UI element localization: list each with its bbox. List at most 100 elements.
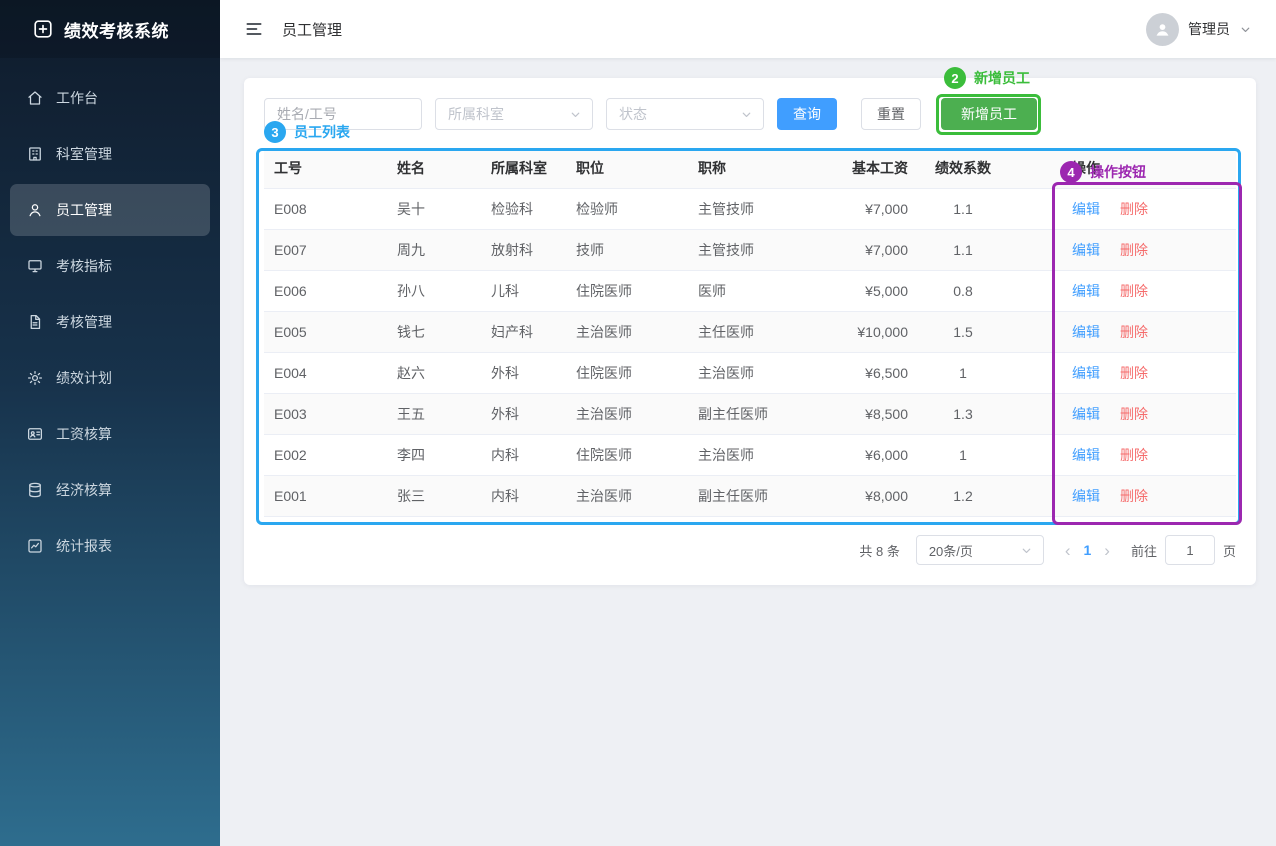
delete-link[interactable]: 删除 — [1120, 447, 1148, 463]
column-header-position: 职位 — [576, 158, 698, 178]
sidebar-menu: 工作台科室管理员工管理考核指标考核管理绩效计划工资核算经济核算统计报表 — [0, 58, 220, 586]
cell-title: 主管技师 — [698, 199, 798, 219]
cell-title: 副主任医师 — [698, 404, 798, 424]
sidebar-item-plans[interactable]: 绩效计划 — [10, 352, 210, 404]
column-header-id: 工号 — [274, 158, 397, 178]
delete-link[interactable]: 删除 — [1120, 324, 1148, 340]
column-header-coef: 绩效系数 — [908, 158, 1018, 178]
prev-page-button[interactable]: ‹ — [1058, 542, 1078, 559]
cell-salary: ¥8,000 — [798, 488, 908, 504]
goto-label: 前往 — [1131, 541, 1157, 560]
cell-actions: 编辑 删除 — [1018, 363, 1226, 383]
edit-link[interactable]: 编辑 — [1072, 447, 1100, 463]
cell-coefficient: 1.5 — [908, 324, 1018, 340]
cell-position: 住院医师 — [576, 445, 698, 465]
column-header-title: 职称 — [698, 158, 798, 178]
user-menu[interactable]: 管理员 — [1146, 13, 1252, 46]
cell-department: 外科 — [491, 363, 576, 383]
cell-position: 住院医师 — [576, 281, 698, 301]
avatar — [1146, 13, 1179, 46]
user-name: 管理员 — [1188, 19, 1230, 39]
chevron-down-icon — [569, 108, 582, 121]
cell-employee-id: E006 — [274, 283, 397, 299]
cell-salary: ¥7,000 — [798, 201, 908, 217]
cell-coefficient: 1.3 — [908, 406, 1018, 422]
chevron-down-icon — [1239, 23, 1252, 36]
sidebar-item-workbench[interactable]: 工作台 — [10, 72, 210, 124]
delete-link[interactable]: 删除 — [1120, 242, 1148, 258]
cell-position: 技师 — [576, 240, 698, 260]
pagination-total: 共 8 条 — [859, 541, 899, 560]
sidebar-item-economy[interactable]: 经济核算 — [10, 464, 210, 516]
sidebar-item-label: 工作台 — [56, 88, 98, 108]
cell-department: 检验科 — [491, 199, 576, 219]
cell-position: 主治医师 — [576, 322, 698, 342]
cell-salary: ¥6,000 — [798, 447, 908, 463]
sidebar-item-label: 员工管理 — [56, 200, 112, 220]
cell-title: 主管技师 — [698, 240, 798, 260]
edit-link[interactable]: 编辑 — [1072, 365, 1100, 381]
delete-link[interactable]: 删除 — [1120, 406, 1148, 422]
page-size-select[interactable]: 20条/页 — [916, 535, 1044, 565]
breadcrumb: 员工管理 — [282, 19, 342, 40]
chevron-down-icon — [1020, 544, 1033, 557]
reset-button[interactable]: 重置 — [861, 98, 921, 130]
cell-department: 儿科 — [491, 281, 576, 301]
department-select[interactable]: 所属科室 — [435, 98, 593, 130]
sidebar-item-label: 考核管理 — [56, 312, 112, 332]
edit-link[interactable]: 编辑 — [1072, 201, 1100, 217]
page: 绩效考核系统 工作台科室管理员工管理考核指标考核管理绩效计划工资核算经济核算统计… — [0, 0, 1276, 846]
sidebar: 绩效考核系统 工作台科室管理员工管理考核指标考核管理绩效计划工资核算经济核算统计… — [0, 0, 220, 846]
cell-position: 检验师 — [576, 199, 698, 219]
sidebar-item-departments[interactable]: 科室管理 — [10, 128, 210, 180]
app-logo-icon — [32, 18, 54, 40]
cell-actions: 编辑 删除 — [1018, 404, 1226, 424]
edit-link[interactable]: 编辑 — [1072, 242, 1100, 258]
goto-page-input[interactable] — [1165, 535, 1215, 565]
sidebar-toggle-icon[interactable] — [244, 19, 264, 39]
delete-link[interactable]: 删除 — [1120, 488, 1148, 504]
department-select-value: 所属科室 — [448, 104, 504, 124]
next-page-button[interactable]: › — [1097, 542, 1117, 559]
gear-icon — [26, 369, 44, 387]
keyword-input[interactable] — [264, 98, 422, 130]
cell-coefficient: 1 — [908, 447, 1018, 463]
sidebar-item-kpi[interactable]: 考核指标 — [10, 240, 210, 292]
sidebar-item-label: 工资核算 — [56, 424, 112, 444]
delete-link[interactable]: 删除 — [1120, 201, 1148, 217]
cell-position: 住院医师 — [576, 363, 698, 383]
sidebar-item-assessment[interactable]: 考核管理 — [10, 296, 210, 348]
status-select[interactable]: 状态 — [606, 98, 764, 130]
monitor-icon — [26, 257, 44, 275]
sidebar-item-salary[interactable]: 工资核算 — [10, 408, 210, 460]
cell-title: 副主任医师 — [698, 486, 798, 506]
cell-title: 主任医师 — [698, 322, 798, 342]
user-icon — [26, 201, 44, 219]
table-row: E005钱七妇产科主治医师主任医师¥10,0001.5编辑删除 — [264, 312, 1236, 353]
table-header-row: 工号 姓名 所属科室 职位 职称 基本工资 绩效系数 操作 — [264, 148, 1236, 189]
cell-actions: 编辑 删除 — [1018, 486, 1226, 506]
cell-salary: ¥6,500 — [798, 365, 908, 381]
status-select-value: 状态 — [619, 104, 647, 124]
cell-actions: 编辑 删除 — [1018, 281, 1226, 301]
sidebar-item-reports[interactable]: 统计报表 — [10, 520, 210, 572]
cell-name: 赵六 — [397, 363, 491, 383]
cell-title: 医师 — [698, 281, 798, 301]
edit-link[interactable]: 编辑 — [1072, 283, 1100, 299]
edit-link[interactable]: 编辑 — [1072, 324, 1100, 340]
add-employee-button[interactable]: 新增员工 — [941, 98, 1037, 130]
cell-employee-id: E003 — [274, 406, 397, 422]
cell-actions: 编辑 删除 — [1018, 240, 1226, 260]
delete-link[interactable]: 删除 — [1120, 365, 1148, 381]
search-button[interactable]: 查询 — [777, 98, 837, 130]
delete-link[interactable]: 删除 — [1120, 283, 1148, 299]
edit-link[interactable]: 编辑 — [1072, 488, 1100, 504]
database-icon — [26, 481, 44, 499]
edit-link[interactable]: 编辑 — [1072, 406, 1100, 422]
cell-name: 钱七 — [397, 322, 491, 342]
cell-name: 王五 — [397, 404, 491, 424]
sidebar-item-employees[interactable]: 员工管理 — [10, 184, 210, 236]
cell-actions: 编辑 删除 — [1018, 322, 1226, 342]
current-page[interactable]: 1 — [1078, 542, 1098, 558]
cell-actions: 编辑 删除 — [1018, 445, 1226, 465]
